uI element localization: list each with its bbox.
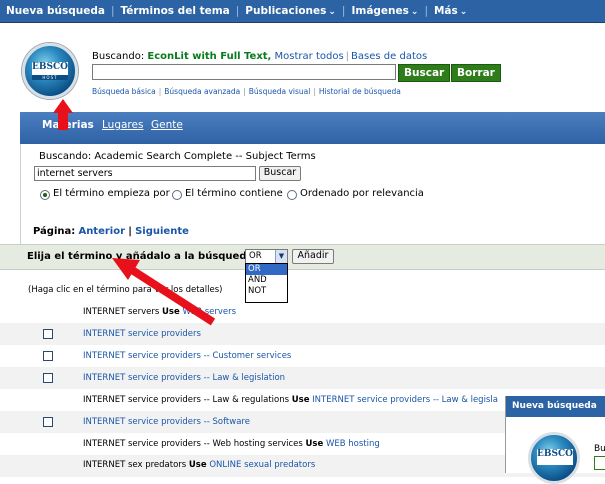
next-page-link[interactable]: Siguiente [135, 226, 189, 237]
term-link[interactable]: INTERNET service providers [83, 329, 201, 339]
logo-sub: HOST [32, 75, 68, 80]
tab-lugares[interactable]: Lugares [102, 119, 143, 131]
list-item: INTERNET service providers -- Customer s… [0, 345, 605, 367]
overlapping-window: Nueva búsqueda EBSCO Bu [505, 396, 605, 484]
list-item: INTERNET servers Use WEB servers [83, 307, 237, 317]
nav-images[interactable]: Imágenes ⌄ [345, 5, 424, 17]
term-link[interactable]: WEB hosting [326, 439, 380, 449]
advanced-search-link[interactable]: Búsqueda avanzada [164, 87, 240, 96]
overlay-nav-new-search[interactable]: Nueva búsqueda [506, 396, 605, 417]
searching-db-label: Buscando: Academic Search Complete -- Su… [39, 151, 316, 162]
term-checkbox[interactable] [43, 373, 53, 383]
term-link[interactable]: INTERNET service providers -- Law & legi… [83, 373, 285, 383]
operator-select[interactable]: OR ▼ [245, 249, 288, 264]
click-term-hint: (Haga clic en el término para ver los de… [28, 285, 223, 295]
term-checkbox[interactable] [43, 329, 53, 339]
chevron-down-icon: ⌄ [459, 7, 468, 17]
term-link[interactable]: INTERNET service providers -- Law & legi… [312, 395, 498, 405]
search-input[interactable] [92, 64, 396, 80]
databases-link[interactable]: Bases de datos [351, 51, 427, 62]
nav-new-search[interactable]: Nueva búsqueda [0, 5, 111, 17]
tab-materias[interactable]: Materias [42, 119, 94, 131]
radio-relevance[interactable] [287, 190, 297, 200]
choose-term-label: Elija el término y añádalo a la búsqueda… [27, 251, 281, 262]
overlay-partial-button [594, 456, 605, 470]
radio-contains[interactable] [172, 190, 182, 200]
radio-starts-with-label: El término empieza por [53, 188, 170, 199]
term-link[interactable]: ONLINE sexual predators [209, 460, 315, 470]
clear-button[interactable]: Borrar [451, 64, 501, 82]
tab-gente[interactable]: Gente [151, 119, 183, 131]
list-item: INTERNET service providers [0, 323, 605, 345]
nav-publications[interactable]: Publicaciones ⌄ [239, 5, 342, 17]
nav-more[interactable]: Más ⌄ [428, 5, 473, 17]
list-item: INTERNET service providers -- Law & legi… [0, 367, 605, 389]
search-mode-links: Búsqueda básica | Búsqueda avanzada | Búsque… [92, 87, 401, 96]
top-nav: Nueva búsqueda | Términos del tema | Pub… [0, 0, 605, 23]
operator-option-or[interactable]: OR [246, 264, 287, 275]
subject-terms-tabs: Materias Lugares Gente [20, 112, 605, 144]
add-button[interactable]: Añadir [292, 249, 334, 264]
operator-dropdown: OR AND NOT [245, 263, 288, 303]
search-history-link[interactable]: Historial de búsqueda [319, 87, 401, 96]
visual-search-link[interactable]: Búsqueda visual [249, 87, 311, 96]
overlay-partial-text: Bu [594, 444, 605, 454]
term-checkbox[interactable] [43, 351, 53, 361]
term-search-button[interactable]: Buscar [259, 166, 301, 181]
pagination: Página: Anterior | Siguiente [33, 226, 189, 237]
radio-starts-with[interactable] [40, 190, 50, 200]
term-link[interactable]: WEB servers [182, 307, 236, 317]
operator-option-and[interactable]: AND [246, 275, 287, 286]
basic-search-link[interactable]: Búsqueda básica [92, 87, 156, 96]
chevron-down-icon: ⌄ [328, 7, 336, 17]
operator-option-not[interactable]: NOT [246, 286, 287, 297]
prev-page-link[interactable]: Anterior [78, 226, 125, 237]
chevron-down-icon: ⌄ [410, 7, 419, 17]
term-input[interactable]: internet servers [34, 166, 256, 181]
search-button[interactable]: Buscar [398, 64, 451, 82]
radio-contains-label: El término contiene [185, 188, 283, 199]
ebsco-logo[interactable]: EBSCO HOST [22, 43, 78, 99]
nav-subject-terms[interactable]: Términos del tema [114, 5, 235, 17]
show-all-link[interactable]: Mostrar todos [275, 51, 344, 62]
term-link[interactable]: INTERNET service providers -- Software [83, 417, 250, 427]
term-checkbox[interactable] [43, 417, 53, 427]
database-name: EconLit with Full Text, [147, 51, 272, 62]
overlay-ebsco-logo: EBSCO [528, 432, 580, 484]
searching-line: Buscando: EconLit with Full Text, Mostra… [92, 51, 428, 62]
term-link[interactable]: INTERNET service providers -- Customer s… [83, 351, 291, 361]
chevron-down-icon: ▼ [275, 250, 287, 263]
radio-relevance-label: Ordenado por relevancia [300, 188, 424, 199]
